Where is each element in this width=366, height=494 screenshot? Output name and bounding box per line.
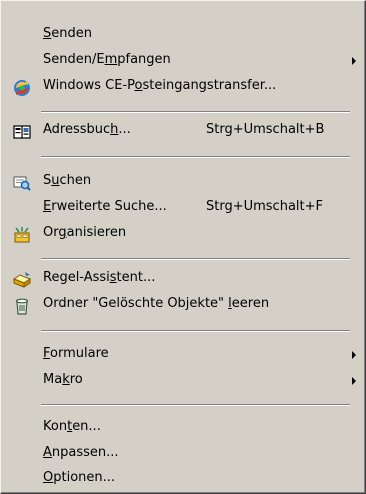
menu-item-label: Erweiterte Suche...	[43, 199, 167, 214]
menu-separator	[41, 156, 350, 158]
menu-item-senden[interactable]: Senden	[1, 23, 364, 47]
address-book-icon	[13, 125, 31, 139]
menu-item-anpassen[interactable]: Anpassen...	[1, 442, 364, 466]
menu-item-geloeschte-objekte-leeren[interactable]: Ordner "Gelöschte Objekte" leeren	[1, 293, 364, 317]
rules-wizard-icon	[13, 272, 31, 288]
menu-separator	[41, 111, 350, 113]
menu-item-label: Organisieren	[43, 225, 127, 240]
menu-panel: Senden Senden/Empfangen Windows CE-Poste…	[1, 1, 365, 493]
menu-item-senden-empfangen[interactable]: Senden/Empfangen	[1, 49, 364, 73]
menu-item-label: Senden/Empfangen	[43, 52, 171, 67]
menu-separator	[41, 330, 350, 332]
menu-item-label: Adressbuch...	[43, 122, 131, 137]
organize-icon	[14, 227, 30, 243]
menu-item-label: Regel-Assistent...	[43, 270, 156, 285]
submenu-arrow-icon	[352, 377, 356, 385]
menu-item-optionen[interactable]: Optionen...	[1, 467, 364, 491]
menu-item-regel-assistent[interactable]: Regel-Assistent...	[1, 267, 364, 291]
menu-item-makro[interactable]: Makro	[1, 369, 364, 393]
sync-arrows-icon	[14, 80, 30, 96]
submenu-arrow-icon	[352, 57, 356, 65]
submenu-arrow-icon	[352, 351, 356, 359]
menu-item-organisieren[interactable]: Organisieren	[1, 222, 364, 246]
menu-item-label: Senden	[43, 26, 92, 41]
menu-item-label: Suchen	[43, 173, 92, 188]
menu-item-label: Ordner "Gelöschte Objekte" leeren	[43, 296, 270, 311]
menu-item-label: Formulare	[43, 346, 109, 361]
menu-item-label: Windows CE-Posteingangstransfer...	[43, 78, 277, 93]
menu-separator	[41, 258, 350, 260]
menu-item-shortcut: Strg+Umschalt+F	[206, 199, 323, 214]
recycle-bin-icon	[15, 298, 29, 315]
menu-item-shortcut: Strg+Umschalt+B	[206, 122, 325, 137]
menu-item-erweiterte-suche[interactable]: Erweiterte Suche... Strg+Umschalt+F	[1, 196, 364, 220]
menu-item-label: Konten...	[43, 419, 101, 434]
find-icon	[13, 176, 31, 191]
menu-item-label: Anpassen...	[43, 445, 119, 460]
menu-item-konten[interactable]: Konten...	[1, 416, 364, 440]
menu-item-label: Optionen...	[43, 470, 116, 485]
menu-item-adressbuch[interactable]: Adressbuch... Strg+Umschalt+B	[1, 119, 364, 143]
menu-item-windows-ce-transfer[interactable]: Windows CE-Posteingangstransfer...	[1, 75, 364, 99]
menu-item-label: Makro	[43, 372, 83, 387]
tools-menu: Senden Senden/Empfangen Windows CE-Poste…	[0, 0, 366, 494]
menu-separator	[41, 404, 350, 406]
menu-item-suchen[interactable]: Suchen	[1, 170, 364, 194]
menu-item-formulare[interactable]: Formulare	[1, 343, 364, 367]
